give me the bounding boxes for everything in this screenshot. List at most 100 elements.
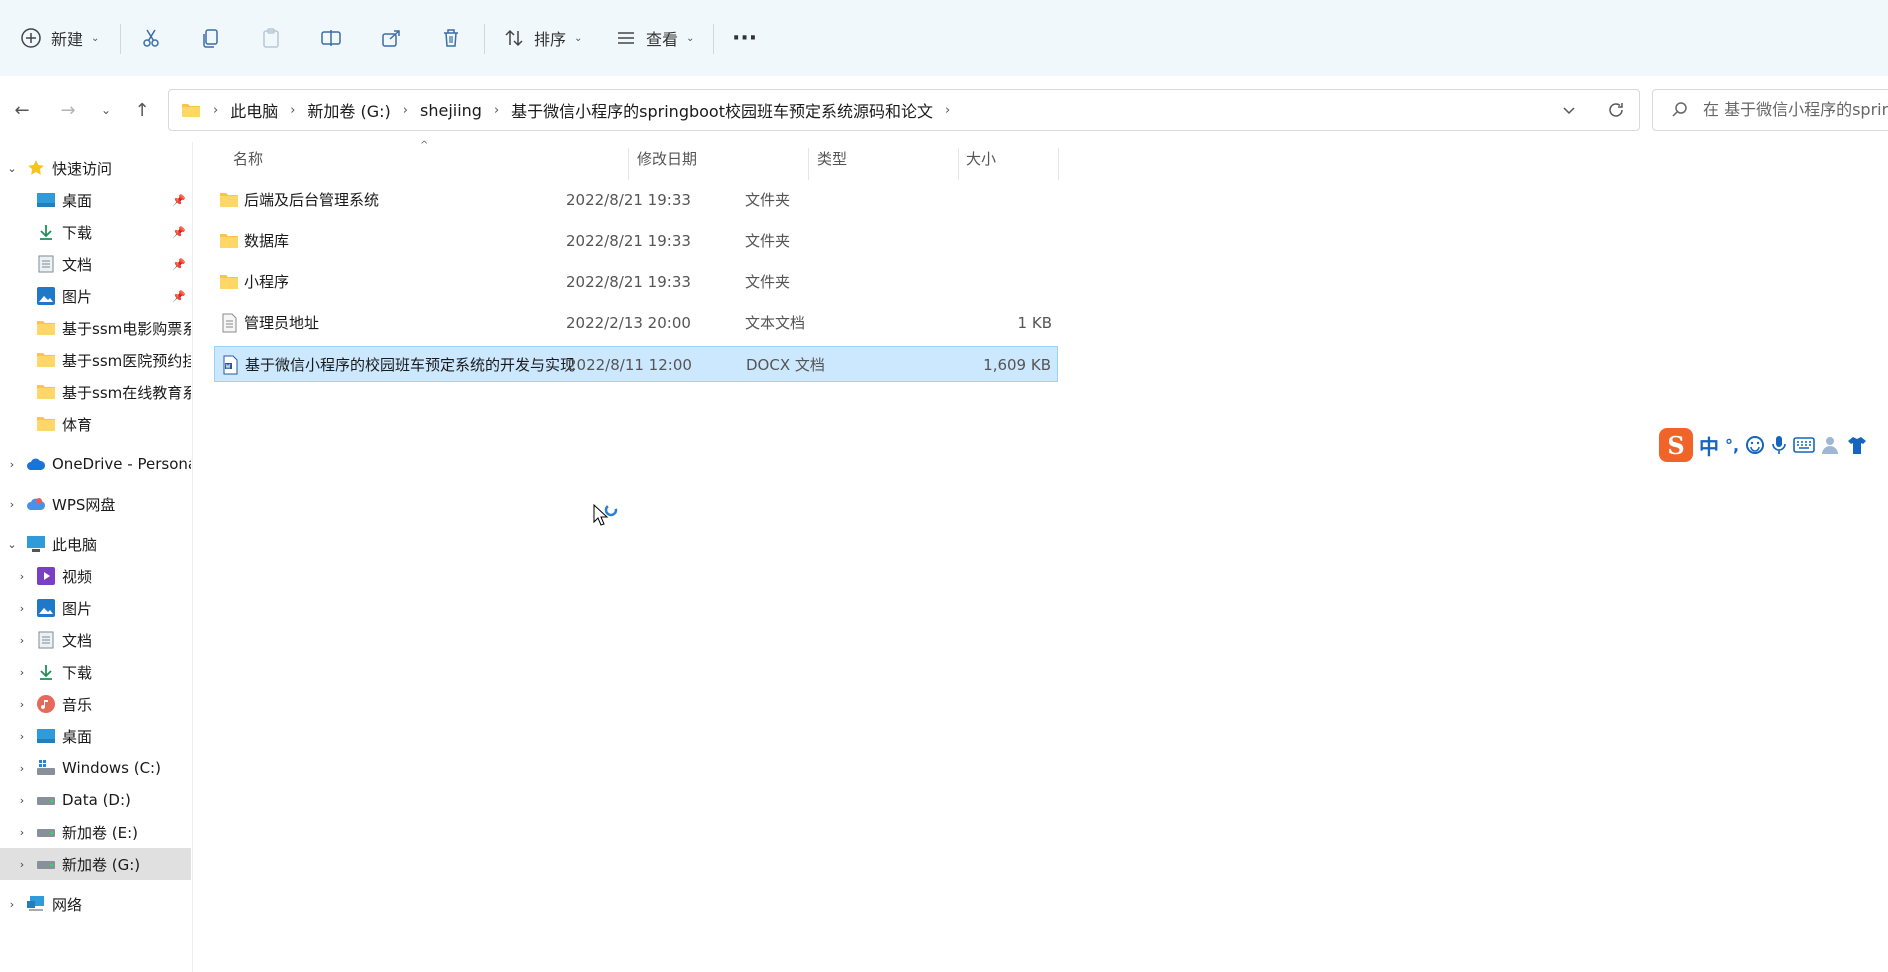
file-row[interactable]: 后端及后台管理系统 2022/8/21 19:33 文件夹 <box>214 182 1058 218</box>
recent-locations-button[interactable]: ⌄ <box>93 98 119 122</box>
music-icon <box>36 694 56 714</box>
sidebar-label: 图片 <box>62 599 93 618</box>
breadcrumb: › 此电脑 › 新加卷 (G:) › shejiing › 基于微信小程序的sp… <box>181 90 962 130</box>
crumb-current-folder[interactable]: 基于微信小程序的springboot校园班车预定系统源码和论文 <box>511 98 933 122</box>
address-bar[interactable]: › 此电脑 › 新加卷 (G:) › shejiing › 基于微信小程序的sp… <box>168 89 1640 131</box>
file-row-selected[interactable]: 基于微信小程序的校园班车预定系统的开发与实现 2022/8/11 12:00 D… <box>214 346 1058 382</box>
desktop-icon <box>36 190 56 210</box>
chevron-down-icon: ⌄ <box>574 32 583 44</box>
chevron-down-icon: ⌄ <box>7 537 17 551</box>
chevron-right-icon: › <box>19 601 25 615</box>
document-icon <box>36 254 56 274</box>
column-label: 修改日期 <box>637 149 698 168</box>
sidebar-item-this-pc[interactable]: ⌄ 此电脑 <box>0 528 191 560</box>
user-icon[interactable] <box>1821 435 1841 455</box>
crumb-drive-g[interactable]: 新加卷 (G:) <box>307 98 390 122</box>
view-button[interactable]: 查看 ⌄ <box>615 20 694 56</box>
sidebar-item-videos[interactable]: › 视频 <box>0 560 191 592</box>
sidebar-item-wps-drive[interactable]: › WPS网盘 <box>0 488 191 520</box>
sidebar-item-folder[interactable]: 基于ssm在线教育系 <box>0 376 191 408</box>
folder-icon <box>36 382 56 402</box>
sidebar-item-folder[interactable]: 基于ssm电影购票系 <box>0 312 191 344</box>
sogou-logo-icon[interactable]: S <box>1659 428 1693 462</box>
chevron-right-icon: › <box>19 793 25 807</box>
skin-shirt-icon[interactable] <box>1847 435 1867 455</box>
back-button[interactable]: ← <box>9 98 35 122</box>
sort-button[interactable]: 排序 ⌄ <box>503 20 582 56</box>
file-size: 1 KB <box>1017 314 1052 332</box>
rename-icon <box>321 30 341 46</box>
sidebar-item-downloads[interactable]: › 下载 <box>0 656 191 688</box>
crumb-this-pc[interactable]: 此电脑 <box>230 98 278 122</box>
emoji-icon[interactable] <box>1745 435 1765 455</box>
file-type: 文件夹 <box>745 273 791 291</box>
sidebar-label: 下载 <box>62 223 93 242</box>
sidebar-item-quick-access[interactable]: ⌄ 快速访问 <box>0 152 191 184</box>
paste-button[interactable] <box>260 20 282 56</box>
more-button[interactable]: ··· <box>732 20 757 56</box>
microphone-icon[interactable] <box>1771 435 1787 455</box>
sort-ascending-icon: ^ <box>420 140 429 151</box>
refresh-button[interactable] <box>1607 90 1625 130</box>
file-row[interactable]: 数据库 2022/8/21 19:33 文件夹 <box>214 223 1058 259</box>
sidebar-item-onedrive[interactable]: › OneDrive - Persona <box>0 448 191 480</box>
column-label: 类型 <box>817 149 848 168</box>
sidebar-item-documents[interactable]: 文档 📌 <box>0 248 191 280</box>
sidebar-item-desktop[interactable]: 桌面 📌 <box>0 184 191 216</box>
sidebar-label: 快速访问 <box>52 159 113 178</box>
ime-toolbar: S 中 °, <box>1659 426 1888 464</box>
file-type: 文件夹 <box>745 232 791 250</box>
cut-button[interactable] <box>140 20 162 56</box>
column-header-name[interactable]: 名称 <box>233 142 263 174</box>
share-icon <box>382 30 400 47</box>
up-button[interactable]: ↑ <box>129 98 155 122</box>
chevron-down-icon: ⌄ <box>7 161 17 175</box>
file-name: 后端及后台管理系统 <box>244 191 380 209</box>
ime-punctuation-toggle[interactable]: °, <box>1725 436 1739 455</box>
delete-button[interactable] <box>440 20 462 56</box>
rename-button[interactable] <box>320 20 342 56</box>
copy-button[interactable] <box>200 20 222 56</box>
sidebar-item-documents[interactable]: › 文档 <box>0 624 191 656</box>
ime-mode-toggle[interactable]: 中 <box>1699 431 1719 460</box>
new-button[interactable]: 新建 ⌄ <box>20 20 99 56</box>
sidebar-item-pictures[interactable]: › 图片 <box>0 592 191 624</box>
sidebar-item-drive-e[interactable]: › 新加卷 (E:) <box>0 816 191 848</box>
sidebar-item-music[interactable]: › 音乐 <box>0 688 191 720</box>
refresh-icon <box>1609 103 1623 117</box>
sidebar-item-folder[interactable]: 体育 <box>0 408 191 440</box>
pin-icon[interactable]: 📌 <box>172 258 186 271</box>
file-date: 2022/8/21 19:33 <box>566 232 691 250</box>
sort-label: 排序 <box>534 30 567 49</box>
sidebar-item-network[interactable]: › 网络 <box>0 888 191 920</box>
search-box[interactable]: 在 基于微信小程序的spring <box>1652 89 1888 131</box>
pin-icon[interactable]: 📌 <box>172 194 186 207</box>
sidebar-item-drive-g[interactable]: › 新加卷 (G:) <box>0 848 191 880</box>
sidebar-item-drive-d[interactable]: › Data (D:) <box>0 784 191 816</box>
chevron-right-icon: › <box>290 102 296 118</box>
folder-icon <box>182 104 200 117</box>
sidebar-label: 新加卷 (E:) <box>62 823 139 842</box>
sidebar-item-desktop[interactable]: › 桌面 <box>0 720 191 752</box>
chevron-right-icon: › <box>213 102 219 118</box>
column-header-date[interactable]: 修改日期 <box>637 142 697 174</box>
keyboard-icon[interactable] <box>1793 437 1815 453</box>
file-row[interactable]: 管理员地址 2022/2/13 20:00 文本文档 1 KB <box>214 305 1058 341</box>
sidebar-item-folder[interactable]: 基于ssm医院预约挂 <box>0 344 191 376</box>
file-name: 管理员地址 <box>244 314 320 332</box>
column-header-type[interactable]: 类型 <box>817 142 847 174</box>
pin-icon[interactable]: 📌 <box>172 290 186 303</box>
pin-icon[interactable]: 📌 <box>172 226 186 239</box>
crumb-shejiing[interactable]: shejiing <box>420 101 482 120</box>
share-button[interactable] <box>380 20 402 56</box>
file-row[interactable]: 小程序 2022/8/21 19:33 文件夹 <box>214 264 1058 300</box>
file-size: 1,609 KB <box>983 356 1051 374</box>
sidebar-item-pictures[interactable]: 图片 📌 <box>0 280 191 312</box>
sidebar-item-drive-c[interactable]: › Windows (C:) <box>0 752 191 784</box>
sidebar-item-downloads[interactable]: 下载 📌 <box>0 216 191 248</box>
word-document-icon <box>223 355 238 375</box>
forward-button[interactable]: → <box>55 98 81 122</box>
chevron-down-icon <box>1563 107 1575 115</box>
column-header-size[interactable]: 大小 <box>966 142 996 174</box>
address-history-button[interactable] <box>1561 90 1577 130</box>
